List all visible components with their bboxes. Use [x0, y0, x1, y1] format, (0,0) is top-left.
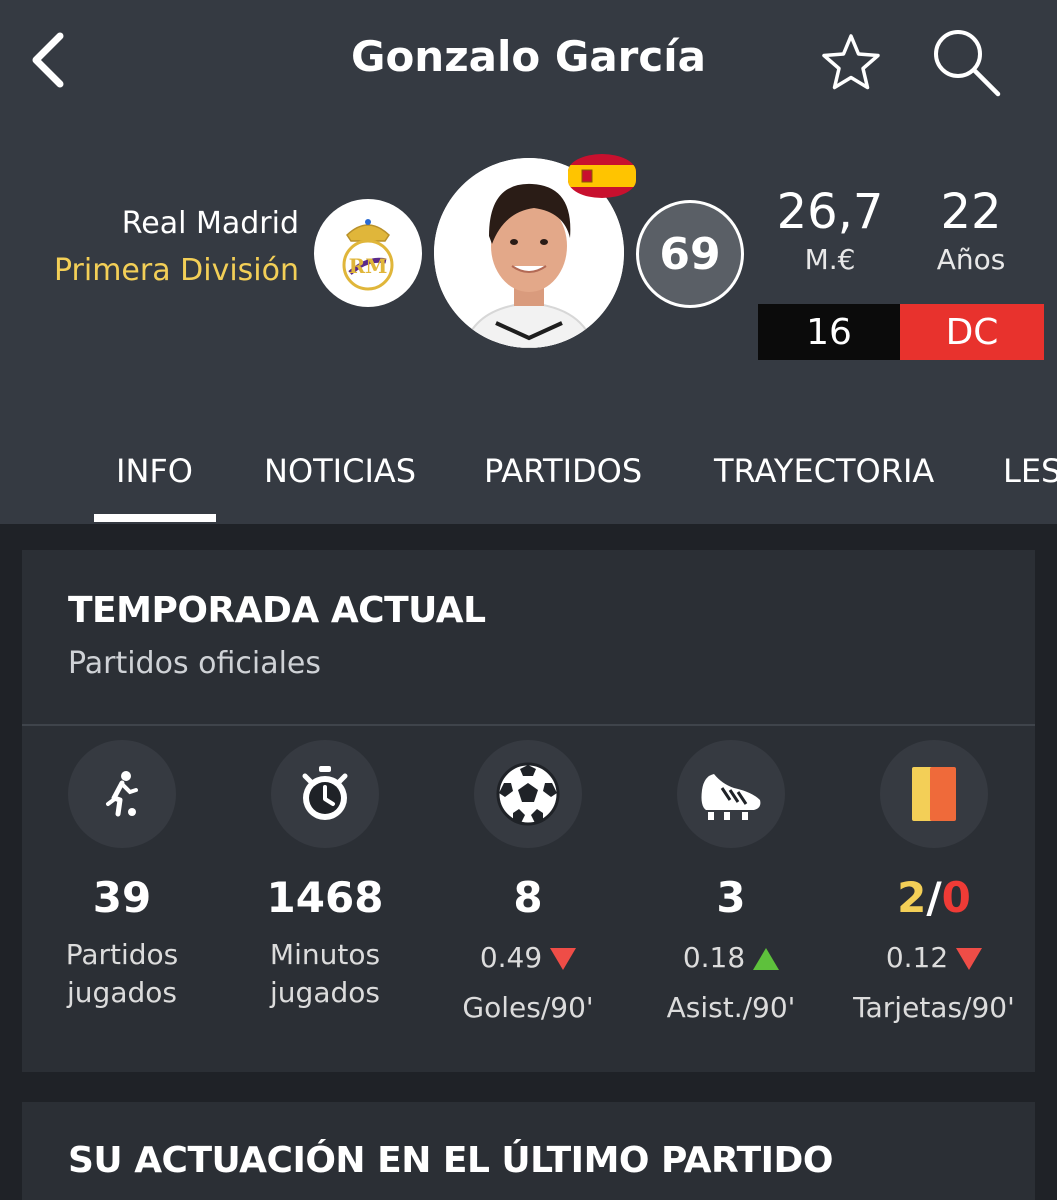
tab-les[interactable]: LES: [1003, 452, 1057, 490]
stat-icon-cards: [880, 740, 988, 848]
market-value: 26,7 M.€: [770, 184, 890, 280]
goals-rate-value: 0.49: [479, 941, 543, 974]
stat-matches: 39 Partidos jugados: [12, 740, 232, 1012]
last-match-title: SU ACTUACIÓN EN EL ÚLTIMO PARTIDO: [68, 1140, 834, 1181]
minutes-played-value: 1468: [266, 873, 384, 922]
player-age: 22 Años: [912, 184, 1030, 280]
trend-down-icon: [550, 948, 577, 970]
assists-value: 3: [716, 873, 746, 922]
player-rating-badge: 69: [636, 200, 744, 308]
goals-value: 8: [513, 873, 543, 922]
stat-goals: 8 0.49 Goles/90': [418, 740, 638, 1028]
stat-icon-matches: [68, 740, 176, 848]
stat-icon-minutes: [271, 740, 379, 848]
football-boot-icon: [701, 774, 761, 820]
tab-partidos[interactable]: PARTIDOS: [484, 452, 642, 490]
yellow-cards-value: 2: [897, 873, 927, 922]
search-button[interactable]: [926, 22, 1006, 102]
stat-minutes: 1468 Minutos jugados: [215, 740, 435, 1012]
assists-rate-value: 0.18: [682, 941, 746, 974]
red-cards-value: 0: [941, 873, 971, 922]
card-divider: [22, 724, 1035, 726]
goals-rate: 0.49: [418, 940, 638, 976]
market-value-label: M.€: [804, 243, 856, 276]
cards-separator: /: [926, 873, 942, 922]
nationality-flag: [568, 154, 636, 198]
real-madrid-crest-icon: RM: [342, 219, 394, 291]
shirt-number: 16: [758, 304, 900, 360]
stat-cards: 2/0 0.12 Tarjetas/90': [824, 740, 1044, 1028]
stat-assists: 3 0.18 Asist./90': [621, 740, 841, 1028]
assists-rate: 0.18: [621, 940, 841, 976]
spain-flag-icon: [568, 154, 636, 198]
season-subtitle: Partidos oficiales: [68, 646, 322, 681]
season-card: TEMPORADA ACTUAL Partidos oficiales 39 P…: [22, 550, 1035, 1072]
cards-rate-value: 0.12: [885, 941, 949, 974]
matches-played-label-2: jugados: [67, 976, 177, 1009]
stat-icon-assists: [677, 740, 785, 848]
age-label: Años: [936, 243, 1006, 276]
position-badge: DC: [900, 304, 1044, 360]
team-crest[interactable]: RM: [314, 199, 422, 307]
assists-per90-label: Asist./90': [666, 991, 796, 1024]
player-header: Gonzalo García Real Madrid Primera Divis…: [0, 0, 1057, 524]
favorite-button[interactable]: [818, 30, 884, 96]
cards-per90-label: Tarjetas/90': [853, 991, 1015, 1024]
goals-per90-label: Goles/90': [462, 991, 594, 1024]
player-running-icon: [106, 771, 138, 817]
minutes-played-label: Minutos jugados: [269, 938, 381, 1009]
trend-up-icon: [753, 948, 780, 970]
last-match-card: SU ACTUACIÓN EN EL ÚLTIMO PARTIDO: [22, 1102, 1035, 1200]
league-name[interactable]: Primera División: [54, 246, 299, 296]
cards-value: 2/0: [824, 870, 1044, 926]
svg-text:RM: RM: [349, 254, 388, 278]
stopwatch-icon: [302, 766, 348, 820]
active-tab-indicator: [94, 514, 216, 522]
tab-noticias[interactable]: NOTICIAS: [264, 452, 416, 490]
season-title: TEMPORADA ACTUAL: [68, 590, 486, 631]
team-info: Real Madrid Primera División: [54, 202, 299, 296]
soccer-ball-icon: [496, 762, 560, 826]
tab-info[interactable]: INFO: [116, 452, 193, 490]
star-icon: [822, 34, 880, 90]
age-number: 22: [940, 184, 1002, 240]
page-title: Gonzalo García: [350, 32, 707, 81]
tab-trayectoria[interactable]: TRAYECTORIA: [714, 452, 934, 490]
trend-down-icon: [956, 948, 983, 970]
matches-played-value: 39: [92, 873, 152, 922]
matches-played-label-1: Partidos: [65, 938, 179, 971]
cards-icon: [912, 767, 956, 821]
stat-icon-goals: [474, 740, 582, 848]
cards-rate: 0.12: [824, 940, 1044, 976]
search-icon: [934, 30, 1001, 97]
market-value-number: 26,7: [776, 184, 884, 240]
team-name[interactable]: Real Madrid: [54, 202, 299, 246]
